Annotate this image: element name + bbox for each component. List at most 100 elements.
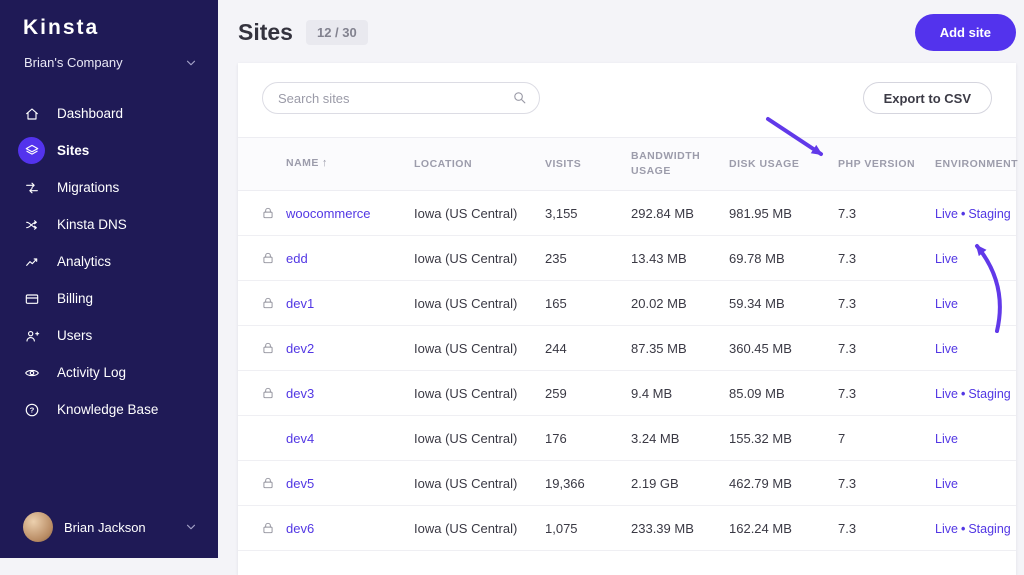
table-row[interactable]: dev1 Iowa (US Central) 165 20.02 MB 59.3… [238, 281, 1016, 326]
dns-icon [25, 219, 37, 230]
sidebar-item-migrations[interactable]: Migrations [0, 169, 218, 206]
disk-cell: 981.95 MB [729, 205, 792, 221]
location-cell: Iowa (US Central) [414, 295, 518, 311]
table-row[interactable]: edd Iowa (US Central) 235 13.43 MB 69.78… [238, 236, 1016, 281]
table-row[interactable]: dev5 Iowa (US Central) 19,366 2.19 GB 46… [238, 461, 1016, 506]
visits-cell: 1,075 [545, 520, 578, 536]
sidebar: Kinsta Brian's Company Dashboard Sites M… [0, 0, 218, 558]
site-name-link[interactable]: dev5 [286, 476, 314, 491]
col-disk: DISK USAGE [729, 157, 800, 170]
visits-cell: 3,155 [545, 205, 578, 221]
company-selector[interactable]: Brian's Company [0, 40, 218, 70]
php-version-cell: 7.3 [838, 475, 857, 491]
table-row[interactable]: dev6 Iowa (US Central) 1,075 233.39 MB 1… [238, 506, 1016, 551]
sort-asc-icon: ↑ [321, 157, 328, 170]
sidebar-item-users[interactable]: Users [0, 317, 218, 354]
location-cell: Iowa (US Central) [414, 385, 518, 401]
sites-toolbar: Export to CSV [238, 63, 1016, 137]
disk-cell: 85.09 MB [729, 385, 785, 401]
sidebar-item-label: Billing [57, 291, 94, 306]
env-live-link[interactable]: Live [935, 432, 958, 446]
sidebar-item-knowledge-base[interactable]: ? Knowledge Base [0, 391, 218, 428]
user-name: Brian Jackson [64, 519, 146, 535]
bandwidth-cell: 2.19 GB [631, 475, 679, 491]
location-cell: Iowa (US Central) [414, 205, 518, 221]
visits-cell: 244 [545, 340, 567, 356]
search-icon [514, 92, 526, 104]
php-version-cell: 7.3 [838, 385, 857, 401]
env-staging-link[interactable]: Staging [968, 387, 1010, 401]
site-name-link[interactable]: dev3 [286, 386, 314, 401]
site-name-link[interactable]: dev6 [286, 521, 314, 536]
site-name-link[interactable]: edd [286, 251, 308, 266]
visits-cell: 176 [545, 430, 567, 446]
env-separator: • [960, 521, 966, 536]
sidebar-nav: Dashboard Sites Migrations Kinsta DNS An… [0, 95, 218, 428]
sidebar-item-label: Users [57, 328, 93, 343]
site-name-link[interactable]: dev2 [286, 341, 314, 356]
env-staging-link[interactable]: Staging [968, 207, 1010, 221]
sidebar-item-analytics[interactable]: Analytics [0, 243, 218, 280]
location-cell: Iowa (US Central) [414, 430, 518, 446]
location-cell: Iowa (US Central) [414, 250, 518, 266]
disk-cell: 360.45 MB [729, 340, 792, 356]
sidebar-item-kinsta-dns[interactable]: Kinsta DNS [0, 206, 218, 243]
table-row[interactable]: dev2 Iowa (US Central) 244 87.35 MB 360.… [238, 326, 1016, 371]
env-live-link[interactable]: Live [935, 207, 958, 221]
disk-cell: 162.24 MB [729, 520, 792, 536]
knowledge-base-icon: ? [25, 403, 38, 416]
php-version-cell: 7.3 [838, 340, 857, 356]
env-staging-link[interactable]: Staging [968, 522, 1010, 536]
env-live-link[interactable]: Live [935, 387, 958, 401]
dashboard-icon [25, 107, 38, 120]
location-cell: Iowa (US Central) [414, 475, 518, 491]
sites-card: Export to CSV NAME↑ LOCATION VISITS BAND… [238, 63, 1018, 575]
sidebar-item-dashboard[interactable]: Dashboard [0, 95, 218, 132]
export-csv-button[interactable]: Export to CSV [862, 82, 992, 114]
col-name[interactable]: NAME ↑ [286, 156, 414, 171]
bandwidth-cell: 292.84 MB [631, 205, 694, 221]
lock-icon [263, 252, 273, 264]
add-site-button[interactable]: Add site [914, 13, 1016, 51]
env-live-link[interactable]: Live [935, 477, 958, 491]
main-content: Sites 12 / 30 Add site Export to CSV NAM… [218, 0, 1024, 575]
php-version-cell: 7.3 [838, 250, 857, 266]
site-name-link[interactable]: woocommerce [286, 206, 371, 221]
sidebar-item-sites[interactable]: Sites [0, 132, 218, 169]
env-live-link[interactable]: Live [935, 522, 958, 536]
site-name-link[interactable]: dev4 [286, 431, 314, 446]
search-input[interactable] [262, 82, 540, 114]
php-version-cell: 7.3 [838, 520, 857, 536]
app: Kinsta Brian's Company Dashboard Sites M… [0, 0, 1024, 575]
lock-icon [263, 342, 273, 354]
col-bandwidth: BANDWIDTH USAGE [631, 150, 701, 177]
table-row[interactable]: woocommerce Iowa (US Central) 3,155 292.… [238, 191, 1016, 236]
page-title: Sites [238, 18, 293, 45]
lock-icon [263, 477, 273, 489]
env-live-link[interactable]: Live [935, 342, 958, 356]
table-row[interactable]: dev3 Iowa (US Central) 259 9.4 MB 85.09 … [238, 371, 1016, 416]
env-separator: • [960, 206, 966, 221]
env-live-link[interactable]: Live [935, 252, 958, 266]
site-name-link[interactable]: dev1 [286, 296, 314, 311]
bandwidth-cell: 87.35 MB [631, 340, 687, 356]
bandwidth-cell: 13.43 MB [631, 250, 687, 266]
env-live-link[interactable]: Live [935, 297, 958, 311]
table-header-row: NAME ↑ LOCATION VISITS BANDWIDTH USAGE DI… [238, 137, 1018, 191]
users-icon [25, 330, 39, 342]
env-separator: • [960, 386, 966, 401]
table-row[interactable]: dev4 Iowa (US Central) 176 3.24 MB 155.3… [238, 416, 1016, 461]
svg-text:?: ? [29, 405, 34, 414]
php-version-cell: 7 [838, 430, 846, 446]
analytics-icon [25, 257, 37, 266]
search-box [262, 82, 540, 114]
sidebar-item-label: Activity Log [57, 365, 127, 380]
disk-cell: 59.34 MB [729, 295, 785, 311]
bandwidth-cell: 20.02 MB [631, 295, 687, 311]
location-cell: Iowa (US Central) [414, 520, 518, 536]
sidebar-item-billing[interactable]: Billing [0, 280, 218, 317]
user-menu[interactable]: Brian Jackson [0, 498, 218, 558]
sidebar-item-activity-log[interactable]: Activity Log [0, 354, 218, 391]
migrations-icon [25, 182, 38, 193]
visits-cell: 19,366 [545, 475, 585, 491]
